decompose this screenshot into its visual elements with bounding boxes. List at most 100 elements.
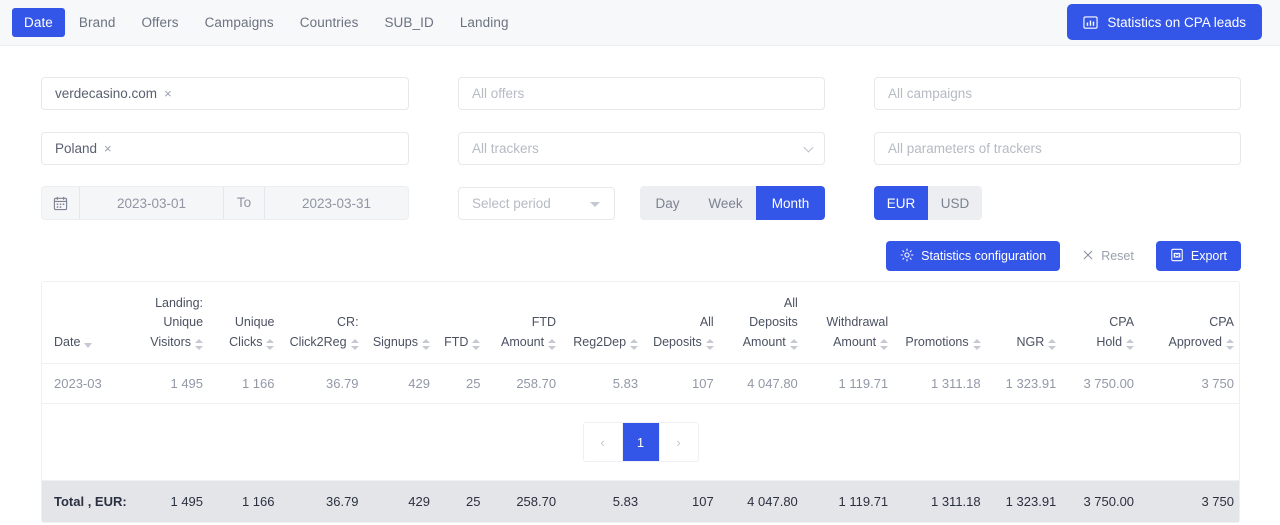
statistics-configuration-button[interactable]: Statistics configuration (886, 241, 1061, 271)
select-period-input[interactable]: Select period (458, 187, 615, 220)
column-header-landing-unique-visitors[interactable]: Landing: Unique Visitors (132, 282, 209, 365)
sort-icon[interactable] (705, 338, 714, 352)
campaigns-filter-input[interactable]: All campaigns (874, 77, 1241, 110)
export-label: Export (1190, 249, 1227, 263)
sort-icon[interactable] (1226, 338, 1234, 352)
tab-campaigns[interactable]: Campaigns (193, 8, 286, 37)
cell-cr-click2reg: 36.79 (279, 363, 364, 405)
sort-icon[interactable] (350, 338, 359, 352)
grouping-week-button[interactable]: Week (695, 186, 756, 220)
currency-eur-button[interactable]: EUR (874, 186, 928, 220)
total-promotions: 1 311.18 (893, 480, 986, 523)
cell-all-deposits-amount: 4 047.80 (718, 363, 803, 405)
column-header-cpa-hold[interactable]: CPA Hold (1061, 282, 1140, 365)
tab-brand[interactable]: Brand (67, 8, 128, 37)
column-header-cpa-approved[interactable]: CPA Approved (1139, 282, 1239, 365)
column-header-cpahold-label: Hold (1096, 334, 1123, 349)
sort-icon[interactable] (880, 338, 889, 352)
cell-unique-visitors: 1 495 (132, 363, 209, 405)
currency-segmented-control: EUR USD (874, 186, 982, 220)
statistics-table: Date Landing: Unique Visitors Unique Cli… (42, 282, 1239, 523)
column-header-alldepamt-top: All (783, 296, 798, 310)
brand-filter-input[interactable]: verdecasino.com × (41, 77, 409, 110)
column-header-reg2dep[interactable]: Reg2Dep (561, 282, 644, 365)
total-row: Total , EUR: 1 495 1 166 36.79 429 25 25… (42, 480, 1239, 523)
select-period-placeholder: Select period (472, 196, 551, 211)
brand-filter-remove-icon[interactable]: × (164, 86, 172, 101)
sort-icon[interactable] (548, 338, 557, 352)
column-header-ftd-amount[interactable]: FTD Amount (485, 282, 562, 365)
sort-icon[interactable] (1126, 338, 1135, 352)
reset-button[interactable]: Reset (1068, 241, 1148, 271)
statistics-on-cpa-leads-button[interactable]: Statistics on CPA leads (1067, 4, 1262, 40)
column-header-cr-click2reg[interactable]: CR: Click2Reg (279, 282, 364, 365)
column-header-alldepamt-label: Amount (742, 334, 786, 349)
total-cpa-hold: 3 750.00 (1061, 480, 1140, 523)
gear-icon (900, 248, 914, 265)
cell-withdrawal-amount: 1 119.71 (802, 363, 894, 405)
column-header-cr-label: Click2Reg (289, 334, 347, 349)
grouping-month-button[interactable]: Month (756, 186, 825, 220)
column-header-signups[interactable]: Signups (363, 282, 435, 365)
date-to-value[interactable]: 2023-03-31 (265, 196, 408, 211)
tab-landing[interactable]: Landing (448, 8, 521, 37)
date-from-value[interactable]: 2023-03-01 (80, 196, 223, 211)
export-button[interactable]: Export (1155, 241, 1241, 271)
offers-filter-placeholder: All offers (472, 86, 525, 101)
brand-filter-value: verdecasino.com (55, 86, 158, 101)
sort-icon[interactable] (789, 338, 798, 352)
cell-cpa-approved: 3 750 (1139, 363, 1239, 405)
grouping-day-button[interactable]: Day (640, 186, 695, 220)
total-withdrawal-amount: 1 119.71 (802, 480, 894, 523)
sort-icon[interactable] (472, 338, 481, 352)
trackers-filter-placeholder: All trackers (472, 141, 539, 156)
column-header-lv-label: Visitors (150, 334, 192, 349)
campaigns-filter-placeholder: All campaigns (888, 86, 973, 101)
column-header-all-deposits-amount[interactable]: All Deposits Amount (718, 282, 803, 365)
column-header-ftd[interactable]: FTD (435, 282, 486, 365)
pagination-prev-button[interactable]: ‹ (583, 423, 622, 462)
cell-date: 2023-03 (42, 363, 133, 405)
tab-offers[interactable]: Offers (129, 8, 190, 37)
currency-usd-button[interactable]: USD (928, 186, 982, 220)
offers-filter-input[interactable]: All offers (458, 77, 825, 110)
column-header-unique-clicks[interactable]: Unique Clicks (208, 282, 280, 365)
tab-countries[interactable]: Countries (288, 8, 371, 37)
sort-icon[interactable] (630, 338, 639, 352)
cell-ftd-amount: 258.70 (485, 363, 562, 405)
total-ftd: 25 (435, 480, 486, 523)
column-header-withdrawal-amount[interactable]: Withdrawal Amount (802, 282, 894, 365)
tracker-parameters-placeholder: All parameters of trackers (888, 141, 1042, 156)
pagination: ‹ 1 › (47, 422, 1234, 463)
sort-icon[interactable] (422, 338, 430, 352)
tab-date[interactable]: Date (12, 8, 65, 37)
column-header-ngr[interactable]: NGR (985, 282, 1062, 365)
sort-icon[interactable] (972, 338, 981, 352)
trackers-filter-select[interactable]: All trackers (458, 132, 825, 165)
pagination-next-button[interactable]: › (659, 423, 698, 462)
sort-icon[interactable] (1048, 338, 1057, 352)
column-header-promotions[interactable]: Promotions (893, 282, 986, 365)
date-range-to-label: To (223, 187, 265, 219)
column-header-date[interactable]: Date (42, 282, 133, 365)
chevron-down-icon (803, 142, 814, 153)
cell-cpa-hold: 3 750.00 (1061, 363, 1140, 405)
pagination-page-1[interactable]: 1 (621, 423, 660, 462)
total-unique-clicks: 1 166 (208, 480, 280, 523)
table-row[interactable]: 2023-03 1 495 1 166 36.79 429 25 258.70 … (42, 363, 1239, 405)
column-header-ftd-label: FTD (444, 334, 469, 349)
column-header-alldep-mid: All (699, 315, 714, 330)
tracker-parameters-filter-input[interactable]: All parameters of trackers (874, 132, 1241, 165)
action-buttons-row: Statistics configuration Reset Export (886, 241, 1241, 271)
country-filter-input[interactable]: Poland × (41, 132, 409, 165)
column-header-ftda-label: Amount (501, 334, 545, 349)
sort-icon[interactable] (266, 338, 275, 352)
date-range-picker[interactable]: 2023-03-01 To 2023-03-31 (41, 186, 409, 220)
tab-sub-id[interactable]: SUB_ID (372, 8, 445, 37)
column-header-uc-mid: Unique (234, 315, 275, 330)
column-header-all-deposits[interactable]: All Deposits (643, 282, 719, 365)
sort-icon[interactable] (84, 338, 93, 352)
sort-icon[interactable] (195, 338, 204, 352)
country-filter-remove-icon[interactable]: × (104, 141, 112, 156)
column-header-cr-mid: CR: (337, 315, 359, 330)
